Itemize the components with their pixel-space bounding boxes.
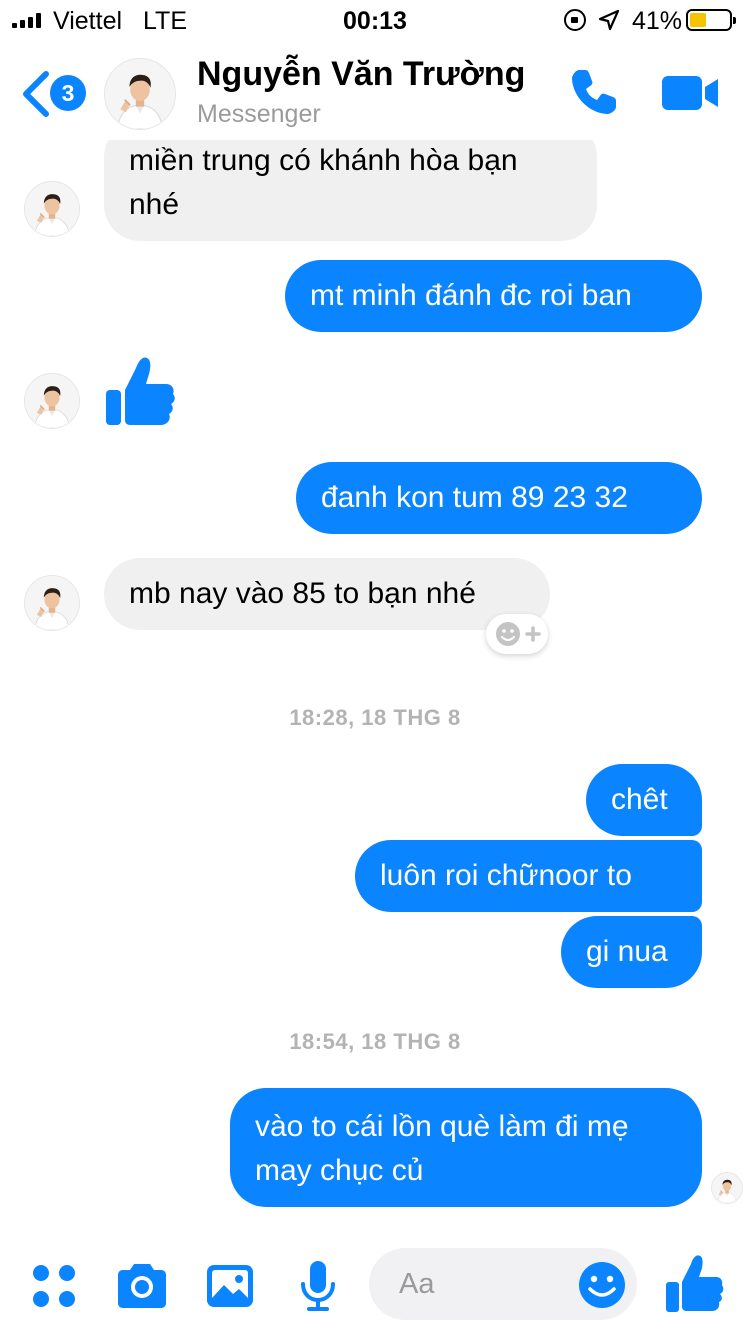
contact-avatar[interactable] <box>24 373 80 429</box>
message-input-wrapper[interactable] <box>369 1248 637 1320</box>
conversation-header: 3 Nguyễn Văn Trường Messenger <box>0 40 750 140</box>
contact-avatar[interactable] <box>24 575 80 631</box>
camera-icon[interactable] <box>114 1258 170 1314</box>
status-bar: Viettel LTE 00:13 41% <box>0 0 750 40</box>
battery-percent: 41% <box>632 7 683 35</box>
location-arrow-icon <box>598 9 620 31</box>
message-outgoing[interactable]: chêt <box>586 764 702 836</box>
phone-icon[interactable] <box>568 66 620 118</box>
contact-subtitle: Messenger <box>197 100 321 128</box>
contact-name[interactable]: Nguyễn Văn Trường <box>197 55 525 94</box>
conversation[interactable]: miền trung có khánh hòa bạn nhé mt minh … <box>0 0 750 1240</box>
message-line: may chục củ <box>255 1154 424 1187</box>
battery-fill <box>690 13 706 27</box>
message-outgoing[interactable]: luôn roi chữnoor to <box>355 840 702 912</box>
message-outgoing[interactable]: đanh kon tum 89 23 32 <box>296 462 702 534</box>
add-reaction-button[interactable] <box>486 614 548 654</box>
contact-avatar[interactable] <box>104 58 176 130</box>
message-outgoing[interactable]: vào to cái lồn què làm đi mẹ may chục củ <box>230 1088 702 1207</box>
message-line: vào to cái lồn què làm đi mẹ <box>255 1110 629 1143</box>
composer-bar <box>0 1240 750 1334</box>
thumbs-up-icon[interactable] <box>664 1252 724 1314</box>
message-outgoing[interactable]: gi nua <box>561 916 702 988</box>
seen-receipt-avatar <box>711 1172 743 1204</box>
video-camera-icon[interactable] <box>660 74 720 112</box>
orientation-lock-icon <box>564 9 586 31</box>
message-incoming[interactable]: mb nay vào 85 to bạn nhé <box>104 558 550 630</box>
message-input[interactable] <box>399 1262 579 1306</box>
photo-icon[interactable] <box>202 1258 258 1314</box>
message-line: nhé <box>129 188 180 221</box>
timestamp: 18:54, 18 THG 8 <box>289 1029 461 1054</box>
timestamp: 18:28, 18 THG 8 <box>289 705 461 730</box>
battery-icon <box>686 9 736 31</box>
contact-avatar[interactable] <box>24 181 80 237</box>
add-reaction-icon <box>496 622 541 646</box>
thumbs-up-icon[interactable] <box>104 354 176 428</box>
message-outgoing[interactable]: mt minh đánh đc roi ban <box>285 260 702 332</box>
message-line: miền trung có khánh hòa bạn <box>129 144 518 177</box>
more-apps-icon[interactable] <box>26 1258 82 1314</box>
back-chevron-icon[interactable] <box>18 70 52 118</box>
emoji-icon[interactable] <box>577 1260 627 1310</box>
microphone-icon[interactable] <box>290 1258 346 1314</box>
unread-count-badge[interactable]: 3 <box>50 75 86 111</box>
